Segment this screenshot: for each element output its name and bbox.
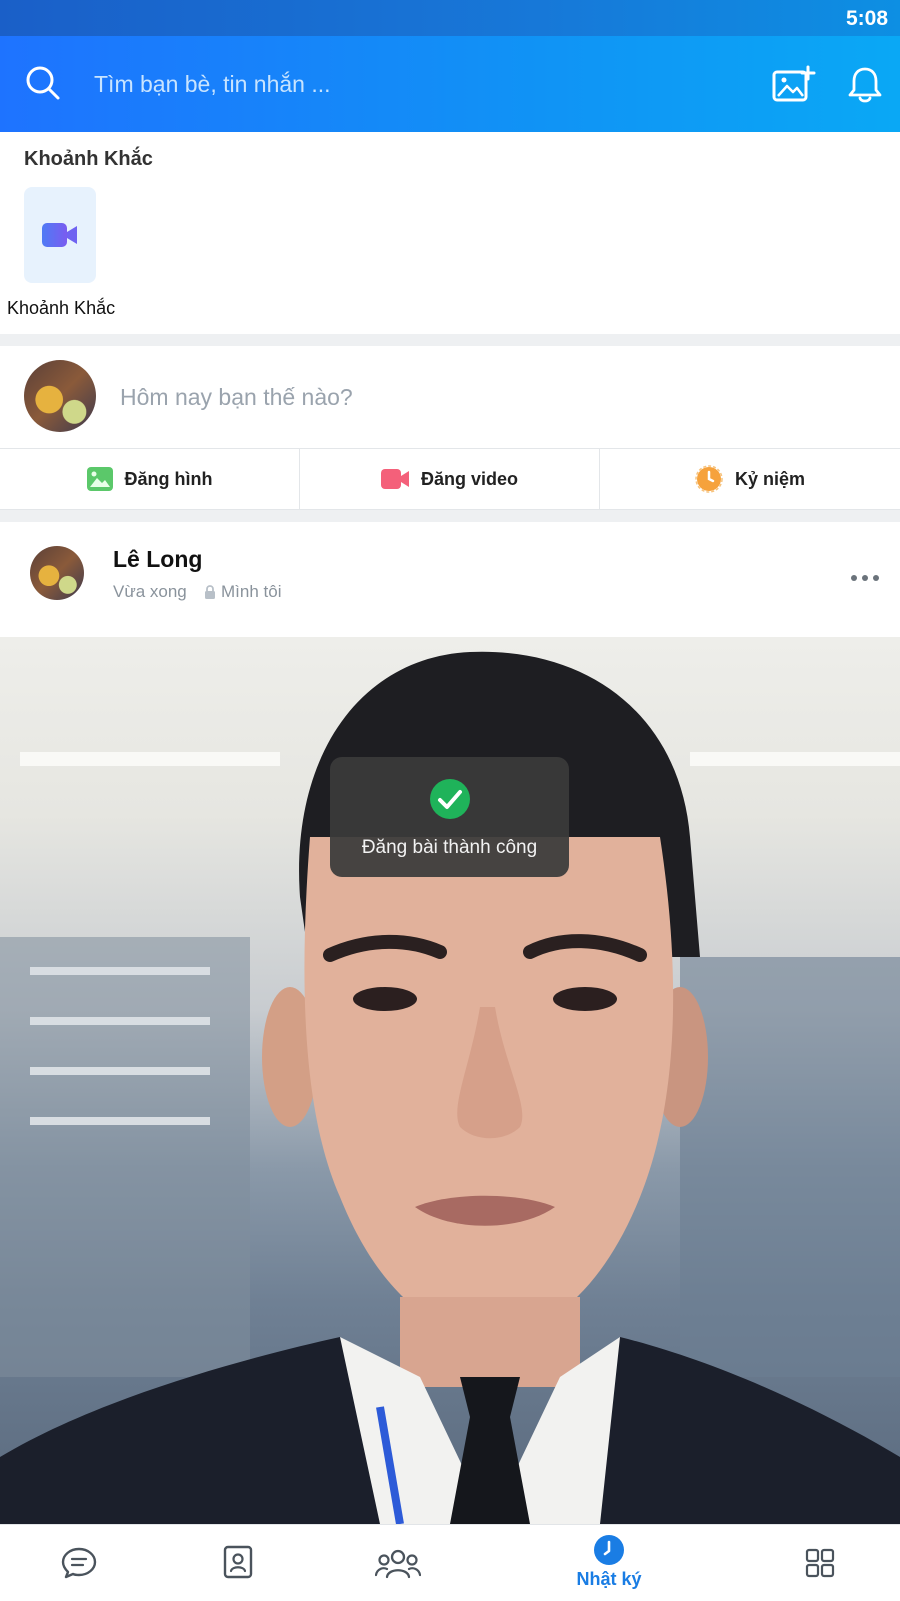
toast-message: Đăng bài thành công — [361, 837, 538, 858]
memory-clock-icon — [695, 465, 723, 493]
post-composer[interactable]: Hôm nay bạn thế nào? — [0, 346, 900, 448]
create-moment-card[interactable] — [24, 187, 96, 283]
nav-timeline[interactable]: Nhật ký — [549, 1525, 669, 1601]
contacts-icon — [223, 1545, 253, 1579]
more-grid-icon — [805, 1548, 835, 1578]
privacy-label: Mình tôi — [221, 582, 282, 601]
moments-section: Khoảnh Khắc Khoảnh Khắc — [0, 132, 900, 334]
groups-icon — [375, 1549, 421, 1579]
post-time: Vừa xong — [113, 582, 187, 601]
status-bar: 5:08 — [0, 0, 900, 36]
bottom-nav: Nhật ký — [0, 1524, 900, 1600]
post-video-button[interactable]: Đăng video — [300, 449, 600, 509]
top-header — [0, 36, 900, 132]
privacy-indicator[interactable]: Mình tôi — [204, 582, 281, 602]
nav-more[interactable] — [760, 1525, 880, 1601]
status-time: 5:08 — [845, 7, 888, 30]
more-options-icon[interactable] — [850, 572, 880, 584]
composer-actions: Đăng hình Đăng video Kỷ niệm — [0, 448, 900, 510]
post-header: Lê Long Vừa xong Mình tôi — [0, 522, 900, 637]
search-icon[interactable] — [24, 64, 64, 104]
check-circle-icon — [430, 779, 470, 819]
search-input[interactable] — [92, 62, 712, 106]
bell-icon[interactable] — [848, 66, 882, 104]
success-toast: Đăng bài thành công — [330, 757, 569, 877]
video-icon — [380, 469, 409, 489]
nav-contacts[interactable] — [178, 1525, 298, 1601]
timeline-icon — [594, 1535, 624, 1565]
nav-groups[interactable] — [338, 1525, 458, 1601]
memory-button[interactable]: Kỷ niệm — [600, 449, 900, 509]
author-avatar[interactable] — [30, 546, 84, 600]
messages-icon — [61, 1547, 97, 1579]
video-camera-icon — [42, 223, 77, 247]
author-name[interactable]: Lê Long — [113, 546, 202, 573]
composer-prompt[interactable]: Hôm nay bạn thế nào? — [120, 384, 353, 411]
lock-icon — [205, 585, 215, 599]
post-video-label: Đăng video — [420, 468, 518, 489]
memory-label: Kỷ niệm — [734, 468, 806, 489]
avatar[interactable] — [24, 360, 96, 432]
section-divider — [0, 334, 900, 346]
moment-label: Khoảnh Khắc — [7, 298, 116, 318]
post-image-label: Đăng hình — [124, 468, 213, 489]
moments-title: Khoảnh Khắc — [24, 148, 153, 170]
section-divider — [0, 510, 900, 522]
add-photo-icon[interactable] — [772, 64, 816, 104]
nav-timeline-label: Nhật ký — [576, 1569, 642, 1589]
nav-messages[interactable] — [20, 1525, 140, 1601]
image-icon — [86, 467, 113, 491]
post-image-button[interactable]: Đăng hình — [0, 449, 300, 509]
